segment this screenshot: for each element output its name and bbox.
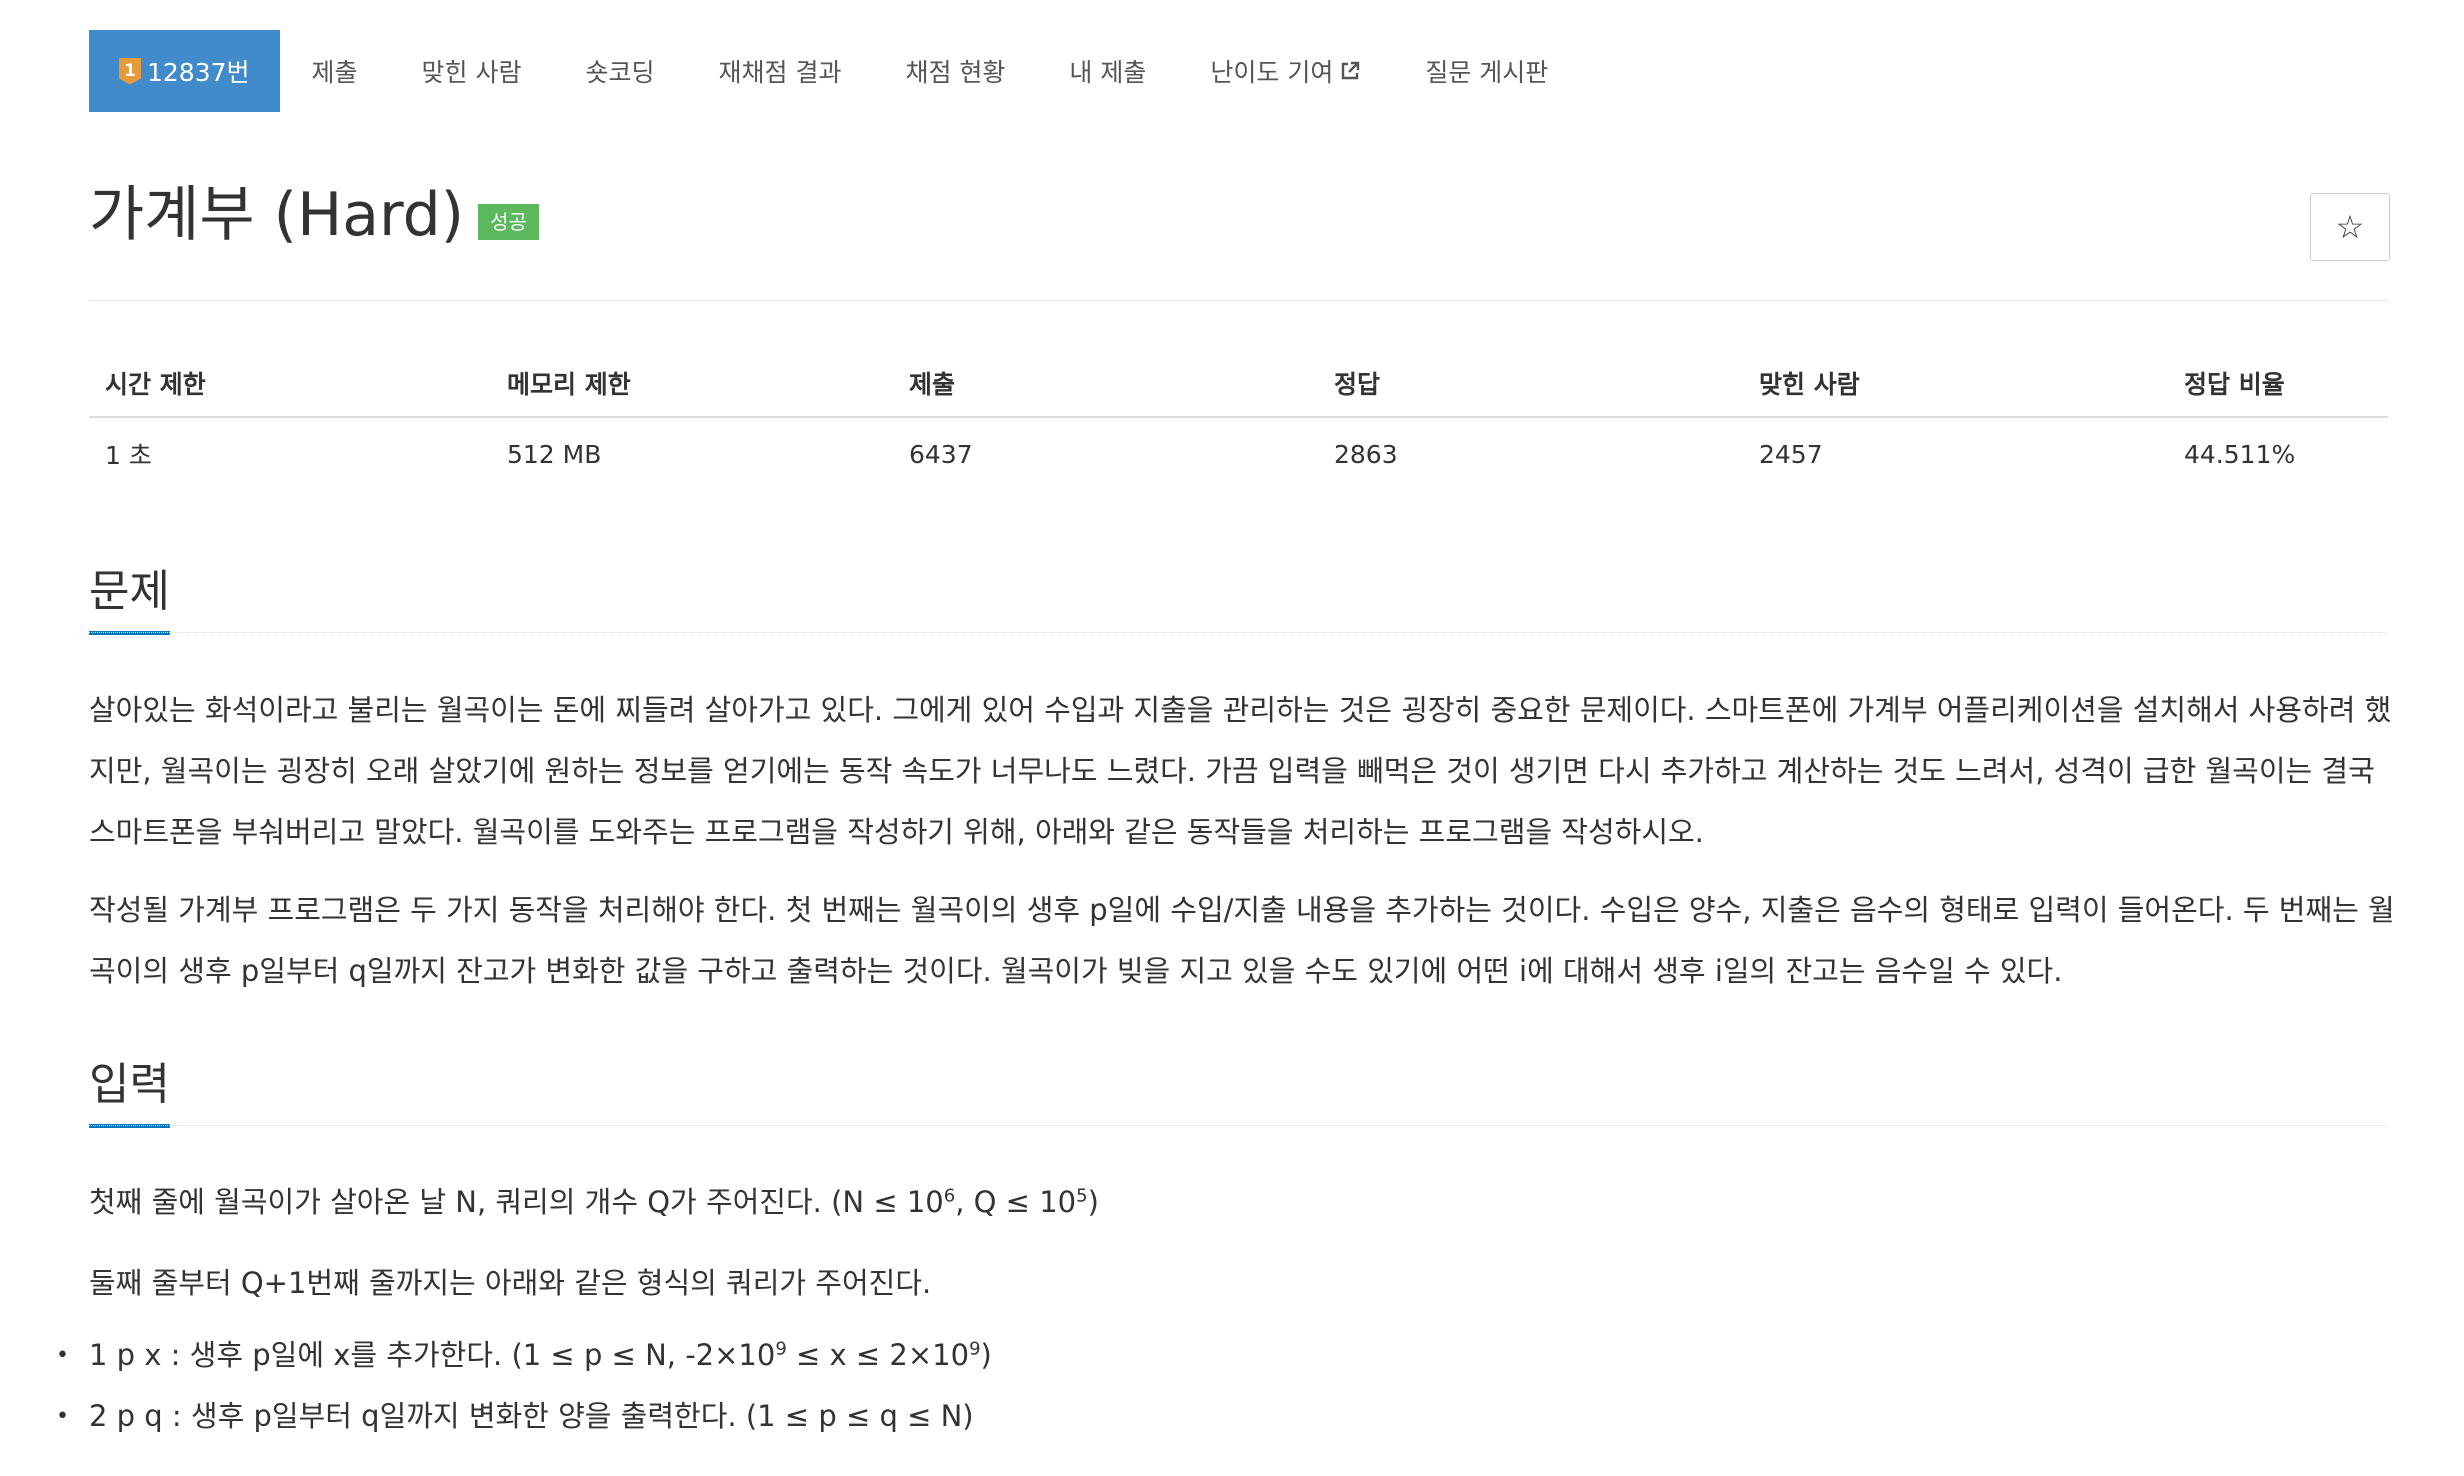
section-divider (89, 1124, 2388, 1126)
col-accept-ratio: 정답 비율 (2168, 350, 2388, 418)
tab-problem-label: 12837번 (147, 58, 250, 87)
section-divider (89, 631, 2388, 633)
table-header-row: 시간 제한 메모리 제한 제출 정답 맞힌 사람 정답 비율 (89, 350, 2388, 418)
col-memory-limit: 메모리 제한 (491, 350, 893, 418)
accepted-value: 2863 (1334, 439, 1398, 469)
problem-section-header: 문제 (89, 555, 2388, 635)
tab-solvers[interactable]: 맞힌 사람 (390, 30, 554, 112)
tab-question-board[interactable]: 질문 게시판 (1393, 30, 1580, 112)
input-line-2: 둘째 줄부터 Q+1번째 줄까지는 아래와 같은 형식의 쿼리가 주어진다. (89, 1266, 932, 1300)
list-item: • 1 p x : 생후 p일에 x를 추가한다. (1 ≤ p ≤ N, -2… (56, 1325, 992, 1386)
problem-nav: 1 12837번 제출 맞힌 사람 숏코딩 재채점 결과 채점 현황 내 제출 … (89, 30, 1580, 112)
list-item: • 2 p q : 생후 p일부터 q일까지 변화한 양을 출력한다. (1 ≤… (56, 1386, 992, 1447)
title-row: 가계부 (Hard) 성공 (89, 185, 539, 245)
tab-my-submissions[interactable]: 내 제출 (1037, 30, 1178, 112)
contribute-label: 난이도 기여 (1210, 58, 1334, 87)
col-time-limit: 시간 제한 (89, 350, 491, 418)
solvers-value: 2457 (1759, 439, 1823, 469)
title-divider (89, 300, 2388, 301)
input-line-1: 첫째 줄에 월곡이가 살아온 날 N, 쿼리의 개수 Q가 주어진다. (N ≤… (89, 1172, 2399, 1233)
accept-ratio-value: 44.511% (2184, 439, 2296, 469)
favorite-star-button[interactable]: ☆ (2310, 193, 2390, 261)
tab-submit[interactable]: 제출 (280, 30, 390, 112)
tab-status[interactable]: 채점 현황 (873, 30, 1037, 112)
problem-paragraph-1: 살아있는 화석이라고 불리는 월곡이는 돈에 찌들려 살아가고 있다. 그에게 … (89, 693, 2392, 849)
query-1-mid: ≤ x ≤ 2×10 (786, 1338, 970, 1372)
tab-problem[interactable]: 1 12837번 (89, 30, 280, 112)
problem-paragraph-2: 작성될 가계부 프로그램은 두 가지 동작을 처리해야 한다. 첫 번째는 월곡… (89, 893, 2395, 988)
input-line-1-text: 첫째 줄에 월곡이가 살아온 날 N, 쿼리의 개수 Q가 주어진다. (N ≤… (89, 1185, 944, 1219)
problem-info-table: 시간 제한 메모리 제한 제출 정답 맞힌 사람 정답 비율 1 초 512 M… (89, 350, 2388, 490)
query-list: • 1 p x : 생후 p일에 x를 추가한다. (1 ≤ p ≤ N, -2… (56, 1325, 992, 1447)
tab-rejudge[interactable]: 재채점 결과 (687, 30, 874, 112)
status-badge: 성공 (478, 204, 539, 240)
query-1-text: 1 p x : 생후 p일에 x를 추가한다. (1 ≤ p ≤ N, -2×1… (89, 1338, 776, 1372)
input-line-1-end: ) (1087, 1185, 1099, 1219)
memory-limit-value: 512 MB (507, 439, 602, 469)
tab-contribute-difficulty[interactable]: 난이도 기여 (1178, 30, 1393, 112)
exponent: 6 (943, 1185, 956, 1207)
exponent: 9 (969, 1338, 981, 1360)
external-link-icon (1339, 60, 1361, 82)
bullet-icon: • (56, 1404, 69, 1429)
submissions-value: 6437 (909, 439, 973, 469)
exponent: 5 (1076, 1185, 1088, 1207)
problem-section-title: 문제 (89, 555, 170, 635)
input-section-header: 입력 (89, 1048, 2388, 1128)
tab-shortcoding[interactable]: 숏코딩 (554, 30, 687, 112)
page-title: 가계부 (Hard) (89, 180, 465, 250)
star-icon: ☆ (2335, 208, 2365, 246)
input-line-1-mid: , Q ≤ 10 (955, 1185, 1077, 1219)
input-section-title: 입력 (89, 1048, 170, 1128)
query-2-text: 2 p q : 생후 p일부터 q일까지 변화한 양을 출력한다. (1 ≤ p… (89, 1399, 974, 1433)
tier-badge-icon: 1 (119, 57, 141, 85)
col-solvers: 맞힌 사람 (1743, 350, 2168, 418)
query-1-end: ) (980, 1338, 992, 1372)
time-limit-value: 1 초 (105, 441, 152, 470)
bullet-icon: • (56, 1343, 69, 1368)
col-accepted: 정답 (1318, 350, 1743, 418)
exponent: 9 (775, 1338, 787, 1360)
table-row: 1 초 512 MB 6437 2863 2457 44.511% (89, 417, 2388, 490)
col-submissions: 제출 (893, 350, 1318, 418)
